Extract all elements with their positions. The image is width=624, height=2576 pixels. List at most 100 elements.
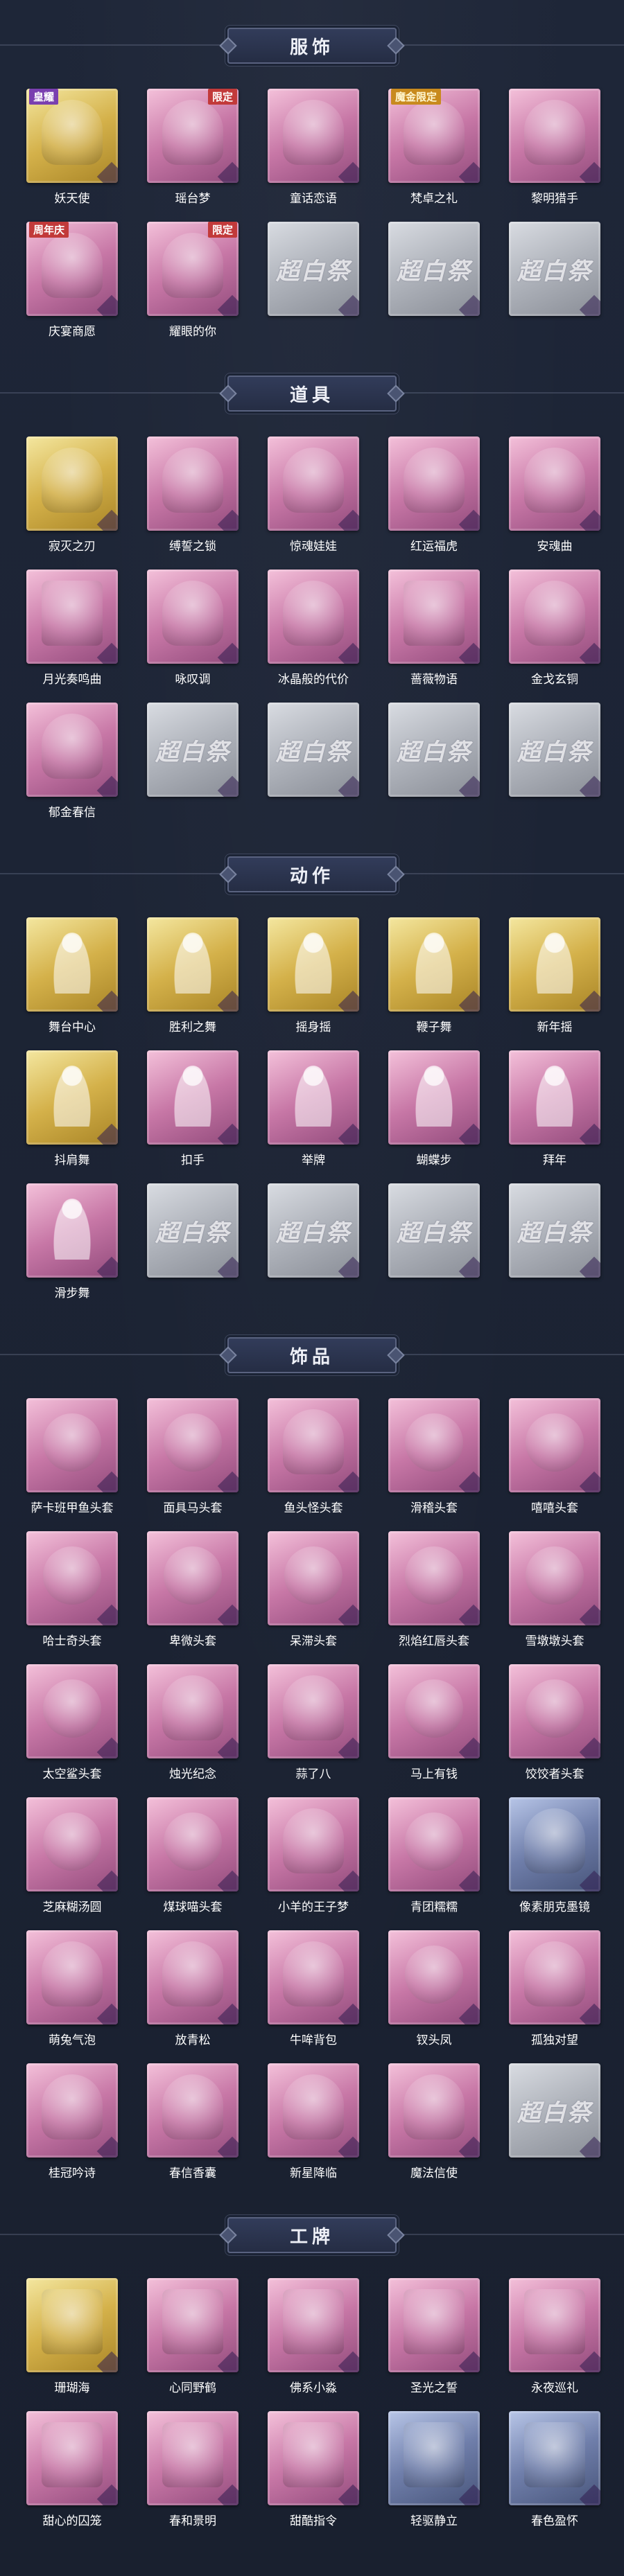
figure-portrait (162, 233, 223, 298)
item-tile[interactable]: 煤球喵头套 (144, 1797, 241, 1918)
item-tile[interactable]: 烈焰红唇头套 (385, 1531, 483, 1652)
item-card (268, 436, 359, 531)
item-tile[interactable]: 周年庆 庆宴商愿 (24, 222, 121, 342)
item-tile[interactable]: 小羊的王子梦 (265, 1797, 362, 1918)
item-tile[interactable]: 月光奏鸣曲 (24, 570, 121, 690)
item-tile[interactable]: 新年摇 (506, 917, 603, 1038)
item-tile[interactable]: 魔金限定 梵卓之礼 (385, 89, 483, 209)
item-tile[interactable]: 皇耀 妖天使 (24, 89, 121, 209)
item-tile[interactable]: 蝴蝶步 (385, 1050, 483, 1171)
item-tile[interactable]: 舞台中心 (24, 917, 121, 1038)
item-tile[interactable]: 滑步舞 (24, 1183, 121, 1304)
placeholder-card: 超白祭 (268, 1183, 359, 1278)
item-label: 小羊的王子梦 (278, 1900, 349, 1914)
item-tile[interactable]: 面具马头套 (144, 1398, 241, 1519)
tangyuan-icon (43, 1812, 101, 1871)
item-tile[interactable]: 胜利之舞 (144, 917, 241, 1038)
item-tile[interactable]: 青团糯糯 (385, 1797, 483, 1918)
item-label: 嘻嘻头套 (531, 1501, 578, 1515)
item-tile[interactable]: 童话恋语 (265, 89, 362, 209)
item-tile[interactable]: 马上有钱 (385, 1664, 483, 1785)
item-tile[interactable]: 举牌 (265, 1050, 362, 1171)
section-banner: 饰品 (227, 1337, 397, 1373)
item-tile[interactable]: 春和景明 (144, 2411, 241, 2532)
item-tile[interactable]: 抖肩舞 (24, 1050, 121, 1171)
item-tile[interactable]: 新星降临 (265, 2063, 362, 2184)
item-tile[interactable]: 春色盈怀 (506, 2411, 603, 2532)
item-tile[interactable]: 拜年 (506, 1050, 603, 1171)
item-label: 圣光之誓 (410, 2381, 458, 2395)
item-tile[interactable]: 限定 瑶台梦 (144, 89, 241, 209)
item-label: 郁金春信 (49, 806, 96, 820)
item-tile[interactable]: 放青松 (144, 1930, 241, 2051)
item-tile[interactable]: 鞭子舞 (385, 917, 483, 1038)
item-label: 烛光纪念 (169, 1767, 216, 1781)
item-card (26, 917, 118, 1012)
item-tile[interactable]: 滑稽头套 (385, 1398, 483, 1519)
doll-icon (283, 448, 344, 513)
item-tile[interactable]: 卑微头套 (144, 1531, 241, 1652)
item-tile[interactable]: 缚誓之锁 (144, 436, 241, 557)
item-tile[interactable]: 甜心的囚笼 (24, 2411, 121, 2532)
item-tile[interactable]: 桂冠吟诗 (24, 2063, 121, 2184)
item-tile[interactable]: 心同野鹤 (144, 2278, 241, 2399)
item-tile[interactable]: 限定 耀眼的你 (144, 222, 241, 342)
dance-icon (534, 928, 575, 994)
item-tile[interactable]: 牛哞背包 (265, 1930, 362, 2051)
item-tile[interactable]: 金戈玄铜 (506, 570, 603, 690)
item-tile[interactable]: 红运福虎 (385, 436, 483, 557)
item-tile[interactable]: 珊瑚海 (24, 2278, 121, 2399)
item-tile[interactable]: 安魂曲 (506, 436, 603, 557)
fish-monster-icon (283, 1409, 344, 1474)
item-tile[interactable]: 萌兔气泡 (24, 1930, 121, 2051)
item-tile[interactable]: 嘻嘻头套 (506, 1398, 603, 1519)
figure-icon (524, 1941, 585, 2006)
item-tile[interactable]: 摇身摇 (265, 917, 362, 1038)
item-tile[interactable]: 佛系小淼 (265, 2278, 362, 2399)
item-tile[interactable]: 呆滞头套 (265, 1531, 362, 1652)
item-tile[interactable]: 寂灭之刃 (24, 436, 121, 557)
item-label: 心同野鹤 (169, 2381, 216, 2395)
item-card (388, 1797, 480, 1891)
section-title: 饰品 (289, 1346, 334, 1368)
item-tile[interactable]: 黎明猎手 (506, 89, 603, 209)
item-tile[interactable]: 圣光之誓 (385, 2278, 483, 2399)
placeholder-tile: 超白祭 (506, 222, 603, 342)
emoji-icon (164, 1546, 222, 1605)
item-tile[interactable]: 烛光纪念 (144, 1664, 241, 1785)
item-tile[interactable]: 太空鲨头套 (24, 1664, 121, 1785)
item-tile[interactable]: 鱼头怪头套 (265, 1398, 362, 1519)
item-tile[interactable]: 惊魂娃娃 (265, 436, 362, 557)
item-tile[interactable]: 郁金春信 (24, 703, 121, 823)
item-tile[interactable]: 魔法信使 (385, 2063, 483, 2184)
watermark-logo: 超白祭 (517, 258, 592, 285)
item-tile[interactable]: 孤独对望 (506, 1930, 603, 2051)
item-tile[interactable]: 蒜了八 (265, 1664, 362, 1785)
item-tile[interactable]: 钗头凤 (385, 1930, 483, 2051)
piano-icon (42, 581, 103, 646)
badge-frame-icon (283, 2422, 344, 2487)
item-tile[interactable]: 甜酷指令 (265, 2411, 362, 2532)
item-tile[interactable]: 饺饺者头套 (506, 1664, 603, 1785)
figure-portrait (404, 100, 465, 165)
item-card (26, 1930, 118, 2024)
item-tile[interactable]: 哈士奇头套 (24, 1531, 121, 1652)
qingtuan-icon (405, 1812, 463, 1871)
item-tile[interactable]: 冰晶般的代价 (265, 570, 362, 690)
watermark-logo: 超白祭 (397, 258, 471, 285)
item-grid: 珊瑚海 心同野鹤 佛系小淼 圣光之誓 永夜巡礼甜心的囚笼 春和景明 甜酷指令 轻驱静立 春色盈怀 (0, 2278, 624, 2544)
dog-head-icon (43, 1546, 101, 1605)
item-tile[interactable]: 春信香囊 (144, 2063, 241, 2184)
item-tile[interactable]: 芝麻糊汤圆 (24, 1797, 121, 1918)
item-label: 安魂曲 (537, 540, 573, 554)
item-tile[interactable]: 萨卡班甲鱼头套 (24, 1398, 121, 1519)
item-tile[interactable]: 雪墩墩头套 (506, 1531, 603, 1652)
watermark-logo: 超白祭 (517, 2099, 592, 2127)
item-tile[interactable]: 轻驱静立 (385, 2411, 483, 2532)
item-label: 新年摇 (537, 1021, 573, 1034)
item-tile[interactable]: 永夜巡礼 (506, 2278, 603, 2399)
item-tile[interactable]: 扣手 (144, 1050, 241, 1171)
item-tile[interactable]: 像素朋克墨镜 (506, 1797, 603, 1918)
item-tile[interactable]: 咏叹调 (144, 570, 241, 690)
item-tile[interactable]: 蔷薇物语 (385, 570, 483, 690)
